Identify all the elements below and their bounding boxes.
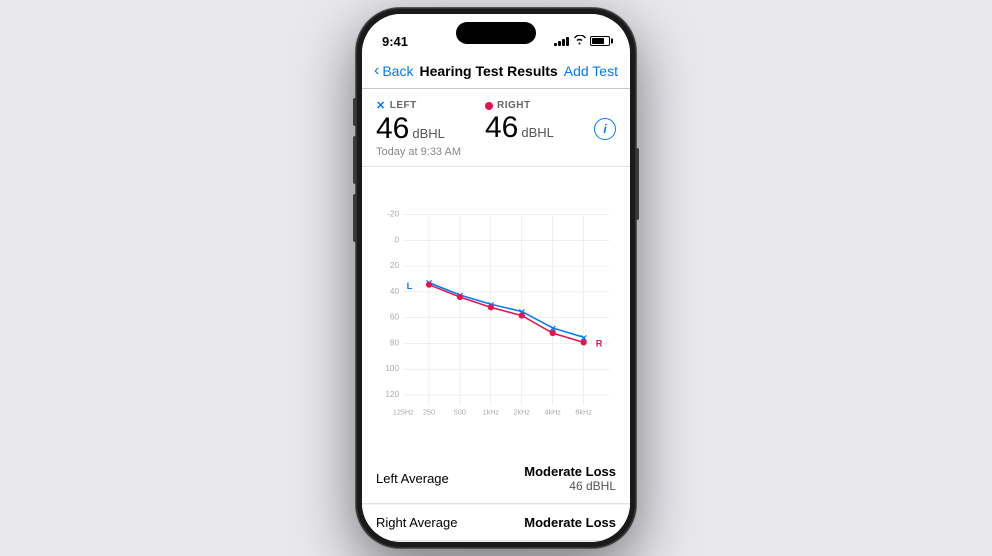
left-ear-value: 46 — [376, 114, 409, 144]
svg-text:250: 250 — [423, 408, 435, 417]
navigation-bar: ‹ Back Hearing Test Results Add Test — [362, 56, 630, 89]
audiogram-svg: -20 0 20 40 60 80 100 120 125Hz 250 500 … — [362, 173, 630, 452]
svg-text:1kHz: 1kHz — [483, 408, 500, 417]
test-date: Today at 9:33 AM — [376, 146, 616, 158]
status-time: 9:41 — [382, 34, 408, 49]
readings-row: ✕ LEFT 46 dBHL RIGHT — [376, 99, 616, 144]
volume-up-button — [353, 136, 356, 184]
svg-text:120: 120 — [385, 390, 399, 399]
left-ear-name: LEFT — [390, 100, 417, 111]
svg-text:L: L — [407, 281, 413, 291]
battery-icon — [590, 36, 610, 46]
svg-text:100: 100 — [385, 364, 399, 373]
right-ear-name: RIGHT — [497, 100, 531, 111]
svg-text:80: 80 — [390, 338, 400, 347]
left-average-sub: 46 dBHL — [524, 479, 616, 493]
main-content: ✕ LEFT 46 dBHL RIGHT — [362, 89, 630, 542]
volume-down-button — [353, 194, 356, 242]
left-marker-icon: ✕ — [376, 99, 386, 112]
page-title: Hearing Test Results — [419, 63, 557, 79]
back-button[interactable]: ‹ Back — [374, 62, 413, 80]
right-average-row: Right Average Moderate Loss — [362, 505, 630, 541]
left-average-title: Moderate Loss — [524, 464, 616, 479]
status-bar: 9:41 — [362, 14, 630, 56]
phone-device: 9:41 ‹ Back — [356, 8, 636, 548]
back-label: Back — [382, 63, 413, 79]
status-icons — [554, 35, 610, 48]
svg-text:0: 0 — [395, 235, 400, 244]
left-ear-label: ✕ LEFT — [376, 99, 485, 112]
power-button — [636, 148, 639, 220]
svg-text:R: R — [596, 339, 603, 349]
right-marker-icon — [485, 102, 493, 110]
left-average-row: Left Average Moderate Loss 46 dBHL — [362, 454, 630, 504]
right-average-value: Moderate Loss — [524, 515, 616, 530]
right-ear-unit: dBHL — [521, 125, 554, 140]
signal-icon — [554, 36, 569, 46]
right-ear-reading: RIGHT 46 dBHL — [485, 100, 594, 143]
svg-text:60: 60 — [390, 313, 400, 322]
svg-text:20: 20 — [390, 261, 400, 270]
results-header: ✕ LEFT 46 dBHL RIGHT — [362, 89, 630, 167]
right-ear-value: 46 — [485, 113, 518, 143]
back-chevron-icon: ‹ — [374, 62, 379, 80]
svg-text:500: 500 — [454, 408, 466, 417]
info-button[interactable]: i — [594, 118, 616, 140]
silent-switch — [353, 98, 356, 126]
svg-text:40: 40 — [390, 287, 400, 296]
right-average-label: Right Average — [376, 515, 457, 530]
right-average-title: Moderate Loss — [524, 515, 616, 530]
svg-text:125Hz: 125Hz — [393, 408, 414, 417]
svg-text:-20: -20 — [387, 210, 399, 219]
audiogram-chart: -20 0 20 40 60 80 100 120 125Hz 250 500 … — [362, 167, 630, 454]
left-ear-unit: dBHL — [412, 126, 445, 141]
wifi-icon — [573, 35, 586, 48]
left-average-label: Left Average — [376, 471, 449, 486]
svg-text:2kHz: 2kHz — [514, 408, 531, 417]
left-average-value: Moderate Loss 46 dBHL — [524, 464, 616, 493]
phone-screen: 9:41 ‹ Back — [362, 14, 630, 542]
svg-text:8kHz: 8kHz — [575, 408, 592, 417]
left-ear-reading: ✕ LEFT 46 dBHL — [376, 99, 485, 144]
dynamic-island — [456, 22, 536, 44]
right-ear-label: RIGHT — [485, 100, 594, 111]
add-test-button[interactable]: Add Test — [564, 63, 618, 79]
summary-section: Left Average Moderate Loss 46 dBHL Right… — [362, 454, 630, 542]
svg-text:4kHz: 4kHz — [544, 408, 561, 417]
